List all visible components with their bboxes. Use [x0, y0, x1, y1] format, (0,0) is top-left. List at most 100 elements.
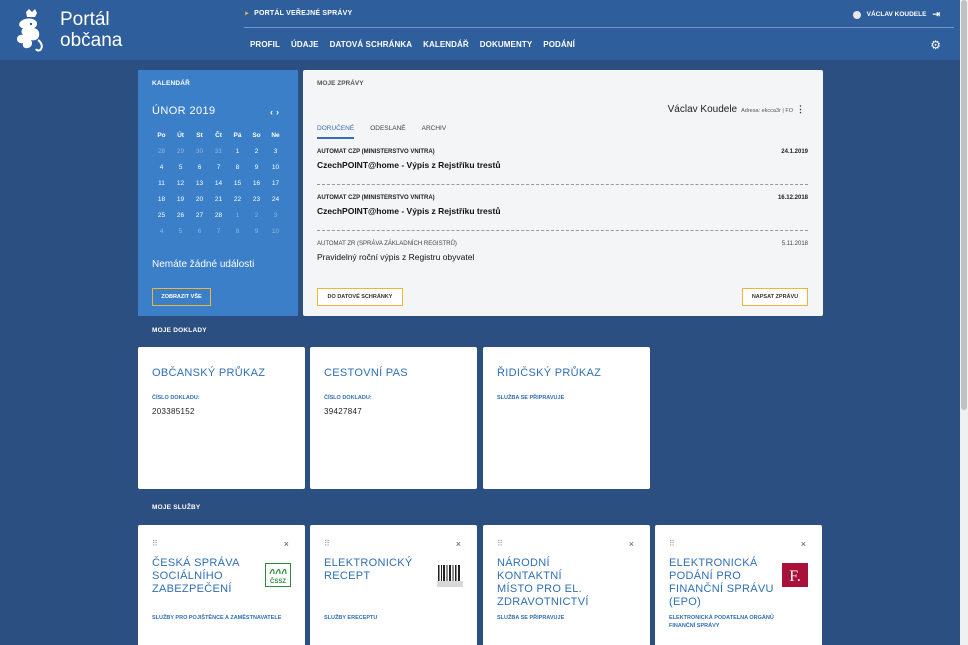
service-card-erecept[interactable]: ⠿ × ELEKTRONICKÝ RECEPT SLUŽBY ERECEPTU — [310, 525, 477, 645]
nav-udaje[interactable]: ÚDAJE — [291, 40, 319, 49]
document-card-ridicsky[interactable]: ŘIDIČSKÝ PRŮKAZ SLUŽBA SE PŘIPRAVUJE — [483, 347, 650, 489]
message-date: 24.1.2019 — [781, 149, 808, 155]
document-number: 203385152 — [152, 407, 195, 416]
nav-dokumenty[interactable]: DOKUMENTY — [480, 40, 532, 49]
calendar-day[interactable]: 3 — [266, 212, 285, 228]
document-title: OBČANSKÝ PRŮKAZ — [152, 367, 266, 379]
calendar-day[interactable]: 13 — [190, 180, 209, 196]
calendar-day[interactable]: 26 — [171, 212, 190, 228]
message-subject: CzechPOINT@home - Výpis z Rejstříku tres… — [317, 206, 501, 216]
page-scrollbar[interactable] — [960, 0, 968, 645]
service-card-nkm[interactable]: ⠿ × NÁRODNÍ KONTAKTNÍ MÍSTO PRO EL. ZDRA… — [483, 525, 650, 645]
calendar-day[interactable]: 7 — [209, 228, 228, 244]
calendar-day[interactable]: 8 — [228, 228, 247, 244]
close-icon[interactable]: × — [801, 539, 806, 549]
calendar-day[interactable]: 31 — [209, 148, 228, 164]
tab-odeslane[interactable]: ODESLANÉ — [370, 125, 405, 139]
mailbox-owner: Václav Koudele Adresa: ekcca3r | FO — [668, 104, 793, 115]
document-card-pas[interactable]: CESTOVNÍ PAS ČÍSLO DOKLADU: 39427847 — [310, 347, 477, 489]
calendar-day[interactable]: 10 — [266, 164, 285, 180]
write-message-button[interactable]: NAPSAT ZPRÁVU — [742, 288, 808, 306]
calendar-day[interactable]: 23 — [247, 196, 266, 212]
drag-handle-icon[interactable]: ⠿ — [669, 539, 675, 548]
calendar-day[interactable]: 6 — [190, 228, 209, 244]
more-vertical-icon[interactable]: ⋮ — [796, 104, 805, 115]
message-item[interactable]: AUTOMAT ZR (SPRÁVA ZÁKLADNÍCH REGISTRŮ) … — [317, 241, 808, 262]
portal-verejne-spravy-link[interactable]: ► PORTÁL VEŘEJNÉ SPRÁVY — [244, 10, 352, 17]
calendar-day[interactable]: 18 — [152, 196, 171, 212]
calendar-day[interactable]: 17 — [266, 180, 285, 196]
czech-lion-icon[interactable] — [12, 8, 46, 52]
calendar-day[interactable]: 2 — [247, 212, 266, 228]
calendar-day[interactable]: 27 — [190, 212, 209, 228]
message-date: 5.11.2018 — [781, 241, 808, 247]
calendar-day[interactable]: 3 — [266, 148, 285, 164]
calendar-day[interactable]: 15 — [228, 180, 247, 196]
calendar-day[interactable]: 30 — [190, 148, 209, 164]
calendar-day[interactable]: 10 — [266, 228, 285, 244]
calendar-day[interactable]: 4 — [152, 228, 171, 244]
calendar-day[interactable]: 5 — [171, 164, 190, 180]
calendar-nav-arrows[interactable]: ‹› — [270, 107, 282, 117]
calendar-day[interactable]: 6 — [190, 164, 209, 180]
chevron-right-icon[interactable]: › — [276, 107, 282, 117]
service-title: ELEKTRONICKÁ PODÁNÍ PRO FINANČNÍ SPRÁVU … — [669, 557, 774, 608]
calendar-day[interactable]: 4 — [152, 164, 171, 180]
message-item[interactable]: AUTOMAT CZP (MINISTERSTVO VNITRA) 16.12.… — [317, 195, 808, 231]
show-all-button[interactable]: ZOBRAZIT VŠE — [152, 288, 211, 306]
gear-icon[interactable]: ⚙ — [930, 38, 941, 52]
document-card-op[interactable]: OBČANSKÝ PRŮKAZ ČÍSLO DOKLADU: 203385152 — [138, 347, 305, 489]
service-card-cssz[interactable]: ⠿ × ČESKÁ SPRÁVA SOCIÁLNÍHO ZABEZPEČENÍ … — [138, 525, 305, 645]
drag-handle-icon[interactable]: ⠿ — [324, 539, 330, 548]
nav-datova-schranka[interactable]: DATOVÁ SCHRÁNKA — [330, 40, 413, 49]
document-number: 39427847 — [324, 407, 362, 416]
main-nav: PROFIL ÚDAJE DATOVÁ SCHRÁNKA KALENDÁŘ DO… — [250, 40, 586, 49]
drag-handle-icon[interactable]: ⠿ — [152, 539, 158, 548]
calendar-day[interactable]: 19 — [171, 196, 190, 212]
drag-handle-icon[interactable]: ⠿ — [497, 539, 503, 548]
calendar-day[interactable]: 29 — [171, 148, 190, 164]
nav-profil[interactable]: PROFIL — [250, 40, 280, 49]
calendar-day[interactable]: 20 — [190, 196, 209, 212]
calendar-day[interactable]: 22 — [228, 196, 247, 212]
calendar-day[interactable]: 28 — [152, 148, 171, 164]
calendar-day[interactable]: 5 — [171, 228, 190, 244]
tab-doruceno[interactable]: DORUČENÉ — [317, 125, 355, 139]
service-subtitle[interactable]: ELEKTRONICKÁ PODATELNA ORGÁNŮ FINANČNÍ S… — [669, 614, 799, 630]
nav-kalendar[interactable]: KALENDÁŘ — [423, 40, 469, 49]
service-subtitle[interactable]: SLUŽBY PRO POJIŠTĚNCE A ZAMĚSTNAVATELE — [152, 614, 282, 622]
close-icon[interactable]: × — [629, 539, 634, 549]
service-subtitle[interactable]: SLUŽBA SE PŘIPRAVUJE — [497, 614, 627, 622]
service-card-epo[interactable]: ⠿ × ELEKTRONICKÁ PODÁNÍ PRO FINANČNÍ SPR… — [655, 525, 822, 645]
calendar-day[interactable]: 25 — [152, 212, 171, 228]
calendar-day[interactable]: 1 — [228, 212, 247, 228]
document-number-label: ČÍSLO DOKLADU: — [152, 395, 200, 401]
calendar-day[interactable]: 2 — [247, 148, 266, 164]
calendar-day[interactable]: 11 — [152, 180, 171, 196]
message-sender: AUTOMAT CZP (MINISTERSTVO VNITRA) — [317, 149, 435, 155]
calendar-day[interactable]: 24 — [266, 196, 285, 212]
message-tabs: DORUČENÉ ODESLANÉ ARCHIV — [317, 125, 462, 139]
calendar-day[interactable]: 9 — [247, 228, 266, 244]
calendar-day[interactable]: 1 — [228, 148, 247, 164]
scrollbar-thumb[interactable] — [961, 0, 967, 410]
message-item[interactable]: AUTOMAT CZP (MINISTERSTVO VNITRA) 24.1.2… — [317, 149, 808, 185]
calendar-day[interactable]: 9 — [247, 164, 266, 180]
calendar-day[interactable]: 14 — [209, 180, 228, 196]
close-icon[interactable]: × — [456, 539, 461, 549]
service-subtitle[interactable]: SLUŽBY ERECEPTU — [324, 614, 454, 622]
close-icon[interactable]: × — [284, 539, 289, 549]
portal-logo-text[interactable]: Portál občana — [60, 9, 122, 51]
top-link-label: PORTÁL VEŘEJNÉ SPRÁVY — [254, 10, 353, 17]
calendar-day[interactable]: 7 — [209, 164, 228, 180]
calendar-day[interactable]: 12 — [171, 180, 190, 196]
calendar-day[interactable]: 16 — [247, 180, 266, 196]
tab-archiv[interactable]: ARCHIV — [422, 125, 447, 139]
calendar-day[interactable]: 8 — [228, 164, 247, 180]
go-to-datova-schranka-button[interactable]: DO DATOVÉ SCHRÁNKY — [317, 288, 403, 306]
nav-podani[interactable]: PODÁNÍ — [543, 40, 575, 49]
user-menu[interactable]: VÁCLAV KOUDELE ⇥ — [852, 9, 940, 20]
calendar-day[interactable]: 28 — [209, 212, 228, 228]
logout-icon[interactable]: ⇥ — [932, 9, 940, 20]
calendar-day[interactable]: 21 — [209, 196, 228, 212]
